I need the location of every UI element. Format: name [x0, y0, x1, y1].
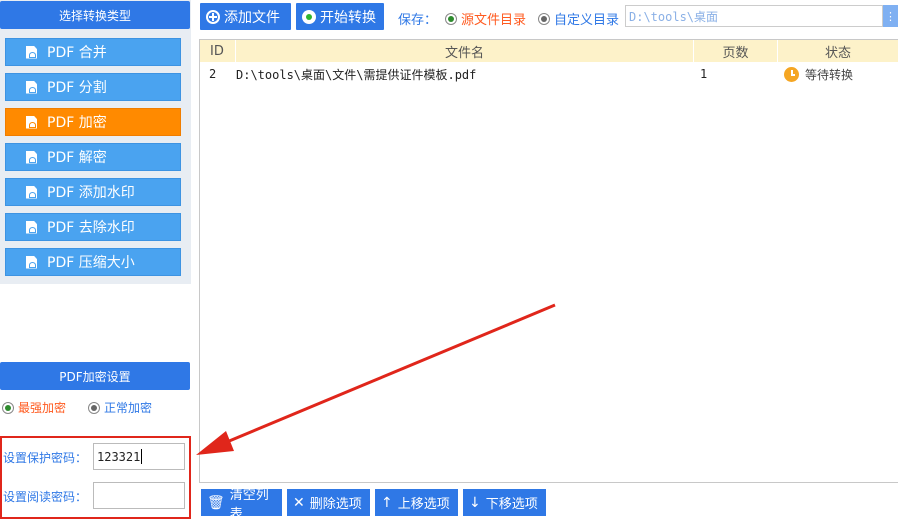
col-header-name[interactable]: 文件名 [236, 40, 694, 62]
type-button-label: PDF 添加水印 [47, 185, 135, 201]
move-up-button[interactable]: ↑ 上移选项 [375, 489, 458, 516]
type-button-label: PDF 压缩大小 [47, 255, 135, 271]
plus-circle-icon [206, 9, 220, 24]
type-button-label: PDF 合并 [47, 45, 107, 61]
status-text: 等待转换 [805, 67, 854, 82]
encryption-mode-group: 最强加密 正常加密 [2, 399, 152, 416]
type-button-label: PDF 去除水印 [47, 220, 135, 236]
radio-dot-icon [538, 12, 551, 25]
browse-folder-button[interactable]: ⋮ [883, 5, 898, 27]
save-location-group: 保存： 源文件目录 自定义目录 [398, 9, 619, 28]
left-panel: 选择转换类型 PDF 合并 PDF 分割 PDF 加密 PDF 解密 PDF 添… [0, 0, 191, 522]
close-icon: ✕ [293, 494, 305, 511]
type-button-add-watermark[interactable]: PDF 添加水印 [5, 178, 181, 206]
path-value: D:\tools\桌面 [629, 9, 719, 24]
cell-id: 2 [209, 67, 217, 81]
cell-name: D:\tools\桌面\文件\需提供证件模板.pdf [236, 67, 477, 82]
type-button-remove-watermark[interactable]: PDF 去除水印 [5, 213, 181, 241]
pdf-icon [26, 115, 37, 129]
radio-normal-encryption[interactable]: 正常加密 [88, 399, 152, 416]
custom-dir-path-input[interactable]: D:\tools\桌面 [625, 5, 883, 27]
start-convert-button[interactable]: 开始转换 [296, 3, 384, 30]
table-row[interactable]: 2 D:\tools\桌面\文件\需提供证件模板.pdf 1 等待转换 [200, 64, 898, 84]
col-header-status[interactable]: 状态 [778, 40, 898, 62]
add-file-button[interactable]: 添加文件 [200, 3, 291, 30]
delete-item-label: 删除选项 [309, 497, 362, 512]
read-password-label: 设置阅读密码： [3, 490, 88, 504]
pdf-icon [26, 45, 37, 59]
radio-strong-encryption[interactable]: 最强加密 [2, 399, 66, 416]
trash-icon: 🗑 [207, 494, 225, 511]
radio-label: 正常加密 [104, 401, 153, 415]
clear-list-button[interactable]: 🗑 清空列表 [201, 488, 282, 522]
pdf-icon [26, 150, 37, 164]
type-button-label: PDF 解密 [47, 150, 107, 166]
type-button-label: PDF 分割 [47, 80, 107, 96]
radio-label: 源文件目录 [461, 13, 527, 28]
pdf-icon [26, 220, 37, 234]
radio-dot-icon [2, 401, 14, 414]
conversion-type-header: 选择转换类型 [0, 1, 190, 29]
delete-item-button[interactable]: ✕ 删除选项 [287, 489, 370, 516]
radio-source-dir[interactable]: 源文件目录 [445, 9, 526, 28]
move-up-label: 上移选项 [397, 497, 450, 512]
clear-list-label: 清空列表 [229, 487, 269, 522]
pdf-icon [26, 255, 37, 269]
read-password-input[interactable] [93, 482, 185, 509]
menu-icon: ⋮ [885, 9, 896, 23]
file-table: ID 文件名 页数 状态 2 D:\tools\桌面\文件\需提供证件模板.pd… [199, 39, 898, 483]
move-down-button[interactable]: ↓ 下移选项 [463, 489, 546, 516]
clock-icon [784, 66, 799, 82]
type-button-compress[interactable]: PDF 压缩大小 [5, 248, 181, 276]
encryption-settings-header: PDF加密设置 [0, 362, 190, 390]
type-button-split[interactable]: PDF 分割 [5, 73, 181, 101]
protect-password-label: 设置保护密码： [3, 451, 88, 465]
type-button-decrypt[interactable]: PDF 解密 [5, 143, 181, 171]
cell-pages: 1 [700, 67, 708, 81]
type-button-label: PDF 加密 [47, 115, 107, 131]
col-header-id[interactable]: ID [200, 40, 236, 62]
radio-label: 自定义目录 [554, 13, 620, 28]
move-down-label: 下移选项 [485, 497, 538, 512]
radio-dot-icon [445, 12, 458, 25]
save-label: 保存： [398, 13, 438, 28]
radio-custom-dir[interactable]: 自定义目录 [538, 9, 619, 28]
protect-password-value: 123321 [97, 449, 141, 464]
cell-status: 等待转换 [778, 64, 898, 84]
radio-dot-icon [88, 401, 101, 414]
radio-label: 最强加密 [18, 401, 67, 415]
add-file-label: 添加文件 [224, 9, 280, 26]
table-header: ID 文件名 页数 状态 [200, 40, 898, 62]
start-convert-label: 开始转换 [320, 9, 376, 26]
start-circle-icon [302, 9, 316, 24]
type-button-merge[interactable]: PDF 合并 [5, 38, 181, 66]
col-header-pages[interactable]: 页数 [694, 40, 778, 62]
arrow-down-icon: ↓ [469, 494, 481, 511]
type-button-encrypt[interactable]: PDF 加密 [5, 108, 181, 136]
text-caret [141, 449, 143, 464]
pdf-icon [26, 185, 37, 199]
protect-password-input[interactable]: 123321 [93, 443, 185, 470]
arrow-up-icon: ↑ [381, 494, 393, 511]
pdf-icon [26, 80, 37, 94]
